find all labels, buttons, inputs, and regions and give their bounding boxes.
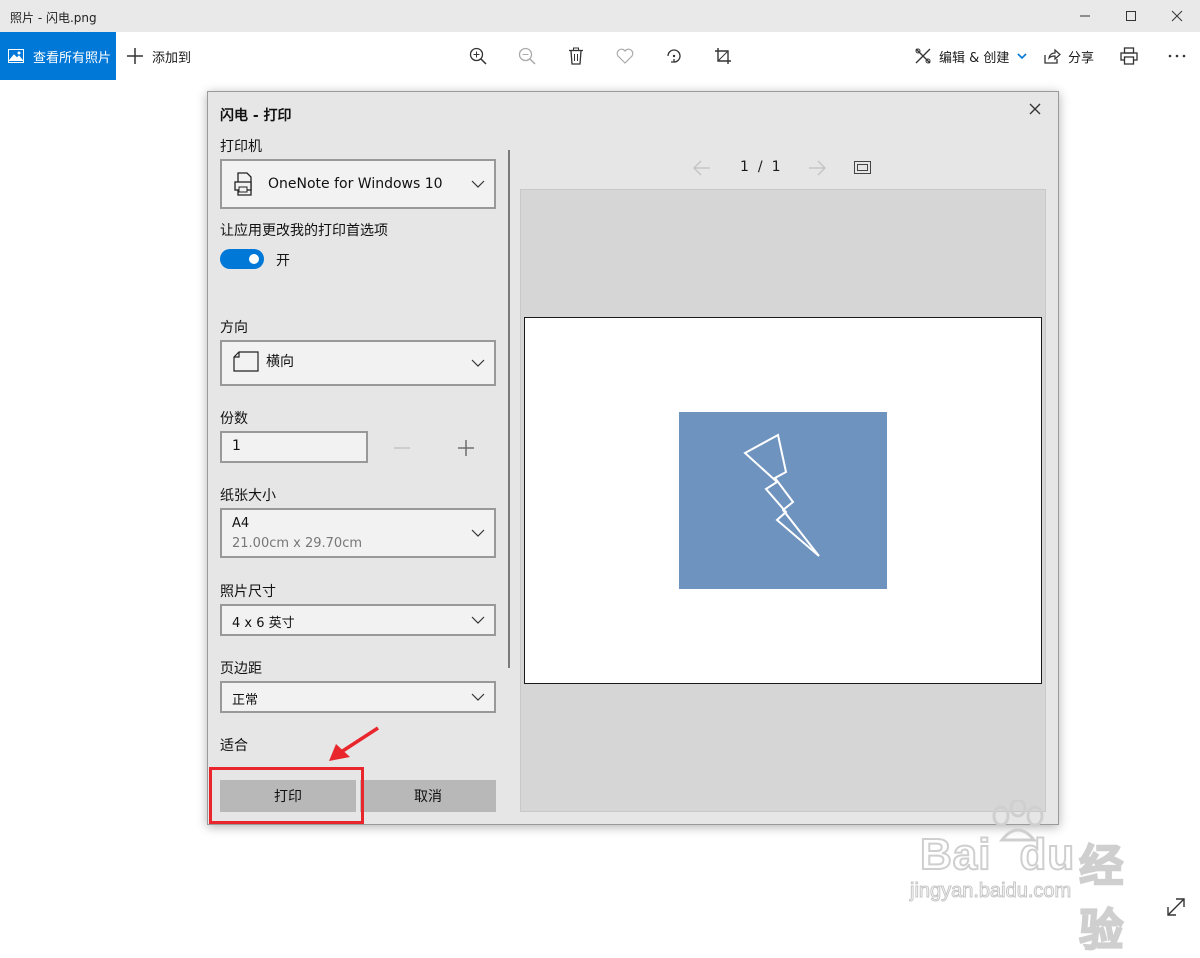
preview-photo <box>679 412 887 589</box>
increment-button[interactable] <box>456 438 476 458</box>
page-separator: / <box>757 159 763 175</box>
close-icon <box>1029 103 1041 115</box>
lightning-icon <box>743 433 820 557</box>
more-button[interactable] <box>1161 40 1193 72</box>
photo-size-select[interactable]: 4 x 6 英寸 <box>220 604 496 636</box>
printer-select[interactable]: OneNote for Windows 10 <box>220 159 496 209</box>
copies-value: 1 <box>232 438 241 454</box>
app-prefs-label: 让应用更改我的打印首选项 <box>220 223 388 239</box>
copies-input[interactable]: 1 <box>220 431 368 463</box>
maximize-icon <box>1126 11 1136 21</box>
page-total: 1 <box>771 159 781 175</box>
view-all-photos-button[interactable]: 查看所有照片 <box>0 32 116 80</box>
chevron-down-icon <box>1017 53 1027 60</box>
zoom-out-icon <box>518 47 536 65</box>
toggle-knob <box>249 254 259 264</box>
paper-size-detail: 21.00cm x 29.70cm <box>232 536 363 551</box>
maximize-button[interactable] <box>1108 0 1154 32</box>
cancel-button[interactable]: 取消 <box>360 780 496 812</box>
paper-size-select[interactable]: A4 21.00cm x 29.70cm <box>220 508 496 558</box>
annotation-highlight-box <box>209 767 364 824</box>
app-prefs-toggle[interactable] <box>220 249 264 269</box>
orientation-value: 横向 <box>266 354 294 370</box>
next-page-button[interactable] <box>807 158 829 178</box>
close-window-button[interactable] <box>1154 0 1200 32</box>
trash-icon <box>569 47 583 65</box>
photo-size-label: 照片尺寸 <box>220 584 276 600</box>
expand-icon <box>1167 898 1185 916</box>
printer-device-icon <box>234 172 252 196</box>
share-label: 分享 <box>1068 50 1095 66</box>
printer-value: OneNote for Windows 10 <box>268 176 443 192</box>
margins-value: 正常 <box>232 693 259 708</box>
share-icon <box>1044 48 1061 64</box>
fit-page-button[interactable] <box>854 160 872 176</box>
minimize-button[interactable] <box>1062 0 1108 32</box>
settings-scrollbar[interactable] <box>508 150 510 668</box>
annotation-arrow-icon <box>329 726 379 761</box>
zoom-out-button[interactable] <box>511 40 543 72</box>
minimize-icon <box>1080 15 1090 17</box>
margins-label: 页边距 <box>220 661 262 677</box>
printer-label: 打印机 <box>220 139 262 155</box>
share-button[interactable]: 分享 <box>1043 32 1094 80</box>
orientation-select[interactable]: 横向 <box>220 340 496 386</box>
zoom-in-button[interactable] <box>462 40 494 72</box>
plus-icon <box>127 48 143 64</box>
heart-icon <box>616 48 634 64</box>
close-icon <box>1171 10 1183 22</box>
paper-size-value: A4 <box>232 516 250 531</box>
chevron-down-icon <box>471 529 485 537</box>
rotate-button[interactable] <box>658 40 690 72</box>
title-bar <box>0 0 1200 32</box>
dialog-close-button[interactable] <box>1026 100 1044 118</box>
edit-create-label: 编辑 & 创建 <box>939 50 1010 66</box>
paper-size-label: 纸张大小 <box>220 488 276 504</box>
page-current: 1 <box>740 159 749 175</box>
prev-page-button[interactable] <box>692 158 714 178</box>
decrement-button[interactable] <box>392 438 412 458</box>
photo-icon <box>8 49 24 63</box>
minus-icon <box>394 447 410 449</box>
chevron-down-icon <box>471 180 485 188</box>
print-toolbar-button[interactable] <box>1113 40 1145 72</box>
crop-button[interactable] <box>707 40 739 72</box>
orientation-label: 方向 <box>220 320 248 336</box>
page-landscape-icon <box>233 351 259 372</box>
more-icon <box>1168 54 1186 58</box>
add-to-button[interactable]: 添加到 <box>126 32 191 80</box>
plus-icon <box>458 440 474 456</box>
copies-label: 份数 <box>220 411 248 427</box>
chevron-down-icon <box>471 359 485 367</box>
watermark-cn: 经验 <box>1078 841 1125 956</box>
chevron-down-icon <box>471 616 485 624</box>
chevron-down-icon <box>471 693 485 701</box>
window-title: 照片 - 闪电.png <box>10 11 97 25</box>
rotate-icon <box>667 49 681 63</box>
view-all-label: 查看所有照片 <box>33 50 112 66</box>
delete-button[interactable] <box>560 40 592 72</box>
zoom-in-icon <box>469 47 487 65</box>
arrow-right-icon <box>809 160 826 176</box>
expand-button[interactable] <box>1165 896 1187 918</box>
baidu-watermark: Bai du 经验 jingyan.baidu.com <box>909 800 1150 956</box>
printer-icon <box>1120 47 1138 65</box>
crop-icon <box>715 48 731 64</box>
dialog-title: 闪电 - 打印 <box>220 108 292 124</box>
page-indicator: 1 / 1 <box>740 159 781 175</box>
edit-create-button[interactable]: 编辑 & 创建 <box>914 32 1027 80</box>
edit-create-icon <box>915 48 931 64</box>
toggle-state-label: 开 <box>276 253 290 269</box>
arrow-left-icon <box>693 160 710 176</box>
watermark-url: jingyan.baidu.com <box>909 880 1072 903</box>
fit-label: 适合 <box>220 738 248 754</box>
favorite-button[interactable] <box>609 40 641 72</box>
photo-size-value: 4 x 6 英寸 <box>232 616 295 631</box>
fit-page-icon <box>854 161 871 174</box>
add-to-label: 添加到 <box>152 50 192 66</box>
margins-select[interactable]: 正常 <box>220 681 496 713</box>
